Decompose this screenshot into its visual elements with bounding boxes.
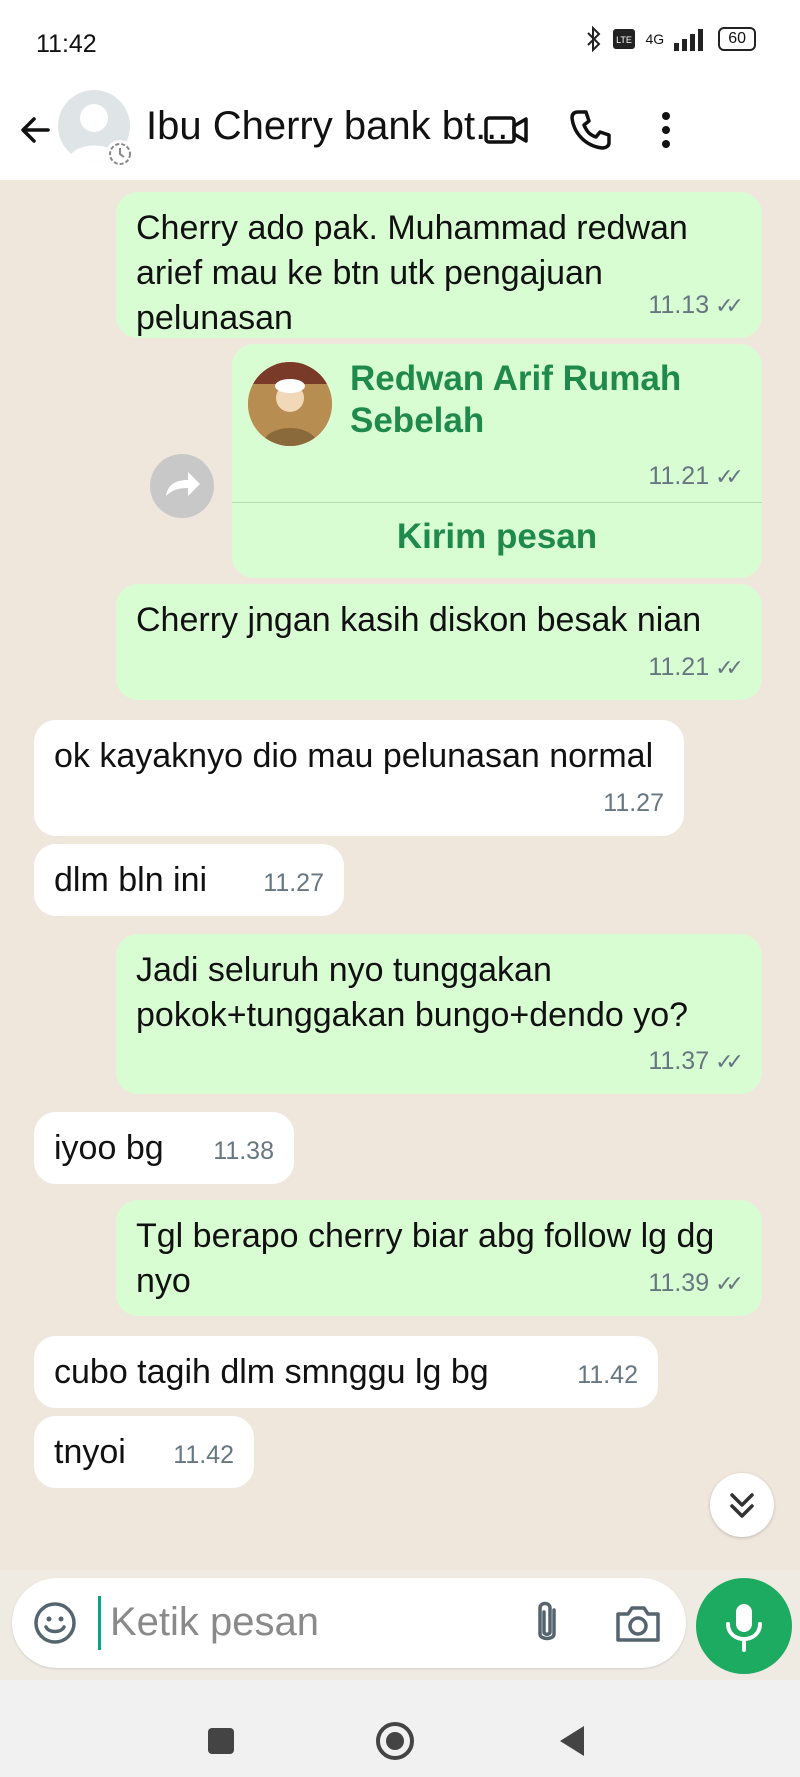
message-meta: 11.39 ✓✓ xyxy=(648,1261,744,1306)
chevron-double-down-icon xyxy=(730,1493,754,1518)
attach-icon[interactable] xyxy=(522,1596,572,1650)
contact-name[interactable]: Redwan Arif Rumah Sebelah xyxy=(350,358,730,442)
text-cursor xyxy=(98,1596,101,1650)
message-time: 11.38 xyxy=(213,1137,274,1165)
message-time: 11.37 xyxy=(648,1047,710,1075)
message-time: 11.42 xyxy=(577,1361,638,1389)
volte-icon: LTE xyxy=(612,29,635,49)
message-time: 11.42 xyxy=(173,1441,234,1469)
camera-icon[interactable] xyxy=(612,1598,664,1648)
message-incoming[interactable]: dlm bln ini 11.27 xyxy=(34,844,344,916)
message-time: 11.27 xyxy=(603,789,664,817)
chat-header: Ibu Cherry bank bt... xyxy=(0,82,800,181)
contact-title[interactable]: Ibu Cherry bank bt... xyxy=(146,104,506,149)
emoji-icon[interactable] xyxy=(32,1600,78,1646)
send-message-button[interactable]: Kirim pesan xyxy=(232,514,762,559)
message-meta: 11.38 xyxy=(213,1129,274,1174)
message-meta: 11.42 xyxy=(577,1353,638,1398)
message-time: 11.13 xyxy=(648,291,710,319)
message-meta: 11.21 ✓✓ xyxy=(648,454,744,499)
message-meta: 11.21 ✓✓ xyxy=(648,645,744,690)
forward-button[interactable] xyxy=(150,454,214,518)
message-text: Jadi seluruh nyo tunggakan pokok+tunggak… xyxy=(136,951,689,1034)
message-outgoing[interactable]: Cherry ado pak. Muhammad redwan arief ma… xyxy=(116,192,762,338)
nav-recents-icon[interactable] xyxy=(206,1726,236,1756)
timer-icon xyxy=(109,143,131,165)
contact-photo-image xyxy=(248,362,332,446)
message-outgoing[interactable]: Jadi seluruh nyo tunggakan pokok+tunggak… xyxy=(116,934,762,1094)
message-time: 11.27 xyxy=(263,869,324,897)
message-outgoing[interactable]: Cherry jngan kasih diskon besak nian 11.… xyxy=(116,584,762,700)
network-type: 4G xyxy=(645,31,665,47)
back-arrow-icon[interactable] xyxy=(14,108,58,152)
signal-icon xyxy=(674,29,704,51)
message-meta: 11.42 xyxy=(173,1433,234,1478)
message-meta: 11.27 xyxy=(603,781,664,826)
message-meta: 11.37 ✓✓ xyxy=(648,1039,744,1084)
bluetooth-icon xyxy=(586,26,600,52)
message-incoming[interactable]: iyoo bg 11.38 xyxy=(34,1112,294,1184)
message-composer: Ketik pesan xyxy=(12,1578,686,1668)
message-incoming[interactable]: cubo tagih dlm smnggu lg bg 11.42 xyxy=(34,1336,658,1408)
contact-photo xyxy=(248,362,332,446)
message-input[interactable]: Ketik pesan xyxy=(110,1600,319,1645)
message-time: 11.21 xyxy=(648,653,710,681)
battery-indicator: 60 xyxy=(718,27,756,51)
message-incoming[interactable]: ok kayaknyo dio mau pelunasan normal 11.… xyxy=(34,720,684,836)
message-text: Cherry jngan kasih diskon besak nian xyxy=(136,601,702,639)
status-bar: 11:42 LTE 4G 60 xyxy=(0,0,800,82)
more-options-icon[interactable] xyxy=(642,106,690,154)
forward-icon xyxy=(166,472,200,496)
message-time: 11.21 xyxy=(648,462,710,490)
message-text: cubo tagih dlm smnggu lg bg xyxy=(54,1353,489,1391)
contact-card-message[interactable]: Redwan Arif Rumah Sebelah 11.21 ✓✓ Kirim… xyxy=(232,344,762,578)
nav-back-icon[interactable] xyxy=(556,1724,588,1758)
double-check-icon: ✓✓ xyxy=(715,293,744,318)
contact-card-divider xyxy=(232,502,762,503)
status-icons: LTE 4G 60 xyxy=(586,26,756,52)
chat-area[interactable]: Cherry ado pak. Muhammad redwan arief ma… xyxy=(0,180,800,1570)
voice-call-icon[interactable] xyxy=(566,106,614,154)
message-text: ok kayaknyo dio mau pelunasan normal xyxy=(54,737,654,775)
voice-message-button[interactable] xyxy=(696,1578,792,1674)
message-meta: 11.13 ✓✓ xyxy=(648,283,744,328)
disappearing-timer-badge xyxy=(106,140,134,168)
message-incoming[interactable]: tnyoi 11.42 xyxy=(34,1416,254,1488)
mic-icon xyxy=(726,1604,762,1652)
system-nav-bar xyxy=(0,1680,800,1777)
double-check-icon: ✓✓ xyxy=(715,464,744,489)
message-outgoing[interactable]: Tgl berapo cherry biar abg follow lg dg … xyxy=(116,1200,762,1316)
message-meta: 11.27 xyxy=(263,861,324,906)
svg-text:LTE: LTE xyxy=(616,35,632,45)
double-check-icon: ✓✓ xyxy=(715,1271,744,1296)
nav-home-icon[interactable] xyxy=(374,1720,416,1762)
message-time: 11.39 xyxy=(648,1269,710,1297)
double-check-icon: ✓✓ xyxy=(715,655,744,680)
scroll-to-bottom-button[interactable] xyxy=(710,1473,774,1537)
double-check-icon: ✓✓ xyxy=(715,1049,744,1074)
status-time: 11:42 xyxy=(36,30,97,58)
video-call-icon[interactable] xyxy=(482,106,530,154)
